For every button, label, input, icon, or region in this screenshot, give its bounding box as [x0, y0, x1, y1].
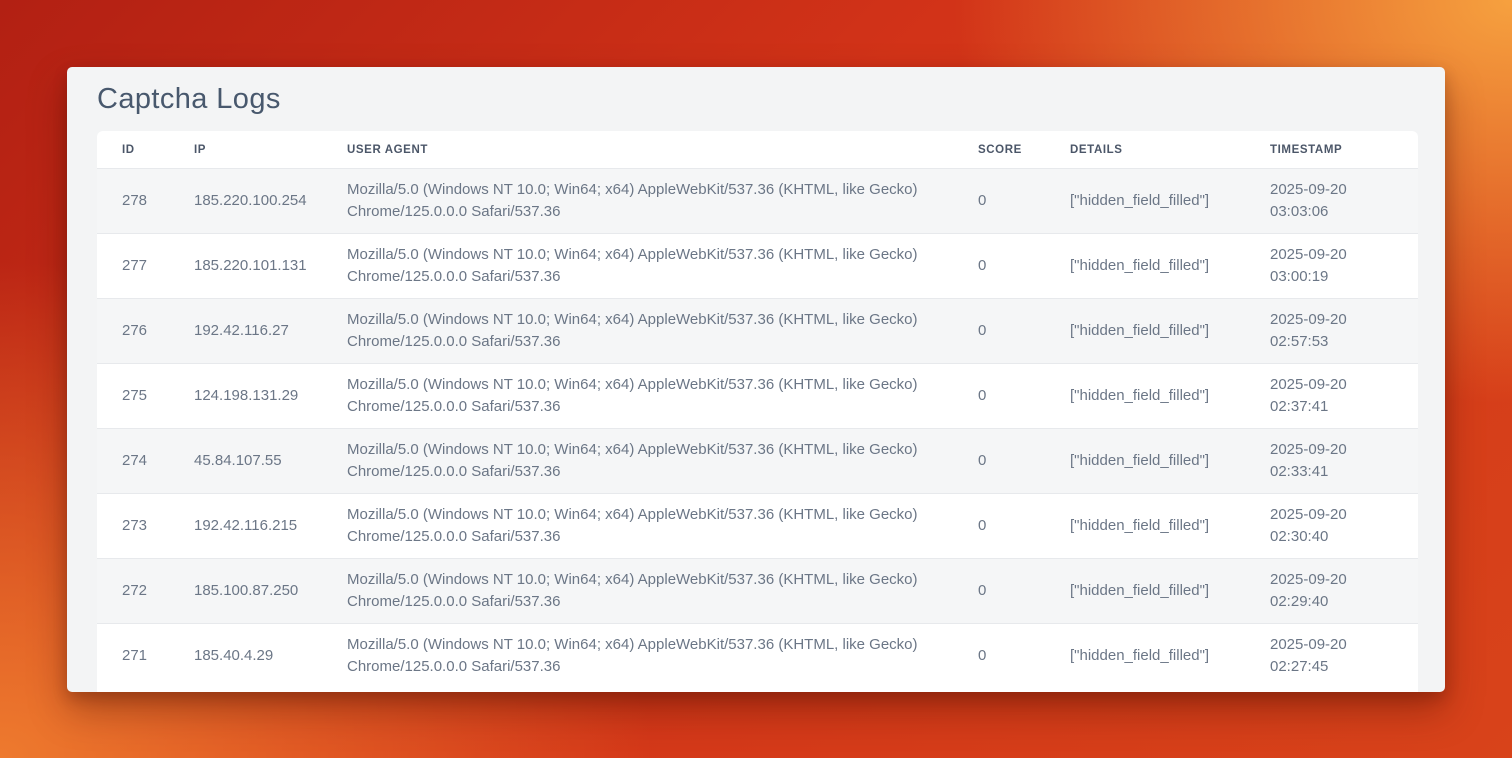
cell-user-agent: Mozilla/5.0 (Windows NT 10.0; Win64; x64… — [322, 559, 953, 623]
cell-user-agent: Mozilla/5.0 (Windows NT 10.0; Win64; x64… — [322, 494, 953, 558]
cell-ip: 124.198.131.29 — [169, 364, 322, 428]
cell-details: ["hidden_field_filled"] — [1045, 559, 1245, 623]
cell-id: 276 — [97, 299, 169, 363]
table-row: 276 192.42.116.27 Mozilla/5.0 (Windows N… — [97, 298, 1418, 363]
cell-details: ["hidden_field_filled"] — [1045, 624, 1245, 688]
cell-id: 277 — [97, 234, 169, 298]
cell-score: 0 — [953, 429, 1045, 493]
column-header-timestamp: TIMESTAMP — [1245, 131, 1418, 168]
cell-timestamp: 2025-09-20 02:30:40 — [1245, 494, 1418, 558]
column-header-score: SCORE — [953, 131, 1045, 168]
cell-details: ["hidden_field_filled"] — [1045, 429, 1245, 493]
table-row: 277 185.220.101.131 Mozilla/5.0 (Windows… — [97, 233, 1418, 298]
cell-score: 0 — [953, 559, 1045, 623]
table-row: 278 185.220.100.254 Mozilla/5.0 (Windows… — [97, 168, 1418, 233]
table-row: 272 185.100.87.250 Mozilla/5.0 (Windows … — [97, 558, 1418, 623]
cell-user-agent: Mozilla/5.0 (Windows NT 10.0; Win64; x64… — [322, 429, 953, 493]
table-row: 271 185.40.4.29 Mozilla/5.0 (Windows NT … — [97, 623, 1418, 688]
cell-timestamp: 2025-09-20 02:57:53 — [1245, 299, 1418, 363]
cell-ip: 185.220.101.131 — [169, 234, 322, 298]
cell-user-agent: Mozilla/5.0 (Windows NT 10.0; Win64; x64… — [322, 299, 953, 363]
cell-id: 272 — [97, 559, 169, 623]
captcha-logs-card: Captcha Logs ID IP USER AGENT SCORE DETA… — [67, 67, 1445, 692]
cell-user-agent: Mozilla/5.0 (Windows NT 10.0; Win64; x64… — [322, 364, 953, 428]
cell-timestamp: 2025-09-20 02:29:40 — [1245, 559, 1418, 623]
cell-ip: 185.100.87.250 — [169, 559, 322, 623]
cell-id: 275 — [97, 364, 169, 428]
page-background: { "page": { "title": "Captcha Logs" }, "… — [0, 0, 1512, 758]
column-header-user-agent: USER AGENT — [322, 131, 953, 168]
cell-details: ["hidden_field_filled"] — [1045, 364, 1245, 428]
cell-score: 0 — [953, 364, 1045, 428]
cell-details: ["hidden_field_filled"] — [1045, 234, 1245, 298]
cell-timestamp: 2025-09-20 02:37:41 — [1245, 364, 1418, 428]
cell-user-agent: Mozilla/5.0 (Windows NT 10.0; Win64; x64… — [322, 169, 953, 233]
cell-details: ["hidden_field_filled"] — [1045, 299, 1245, 363]
column-header-id: ID — [97, 131, 169, 168]
cell-timestamp: 2025-09-20 03:00:19 — [1245, 234, 1418, 298]
cell-timestamp: 2025-09-20 02:27:45 — [1245, 624, 1418, 688]
table-row: 273 192.42.116.215 Mozilla/5.0 (Windows … — [97, 493, 1418, 558]
table-body: 278 185.220.100.254 Mozilla/5.0 (Windows… — [97, 168, 1418, 688]
page-title: Captcha Logs — [97, 83, 281, 116]
captcha-logs-table: ID IP USER AGENT SCORE DETAILS TIMESTAMP… — [97, 131, 1418, 692]
column-header-details: DETAILS — [1045, 131, 1245, 168]
cell-timestamp: 2025-09-20 02:33:41 — [1245, 429, 1418, 493]
cell-score: 0 — [953, 494, 1045, 558]
table-row: 275 124.198.131.29 Mozilla/5.0 (Windows … — [97, 363, 1418, 428]
card-header: Captcha Logs — [67, 67, 1445, 131]
cell-score: 0 — [953, 234, 1045, 298]
table-row: 274 45.84.107.55 Mozilla/5.0 (Windows NT… — [97, 428, 1418, 493]
cell-id: 278 — [97, 169, 169, 233]
cell-ip: 45.84.107.55 — [169, 429, 322, 493]
cell-id: 274 — [97, 429, 169, 493]
cell-details: ["hidden_field_filled"] — [1045, 494, 1245, 558]
cell-ip: 192.42.116.27 — [169, 299, 322, 363]
cell-ip: 185.220.100.254 — [169, 169, 322, 233]
cell-ip: 192.42.116.215 — [169, 494, 322, 558]
cell-id: 273 — [97, 494, 169, 558]
column-header-ip: IP — [169, 131, 322, 168]
cell-score: 0 — [953, 299, 1045, 363]
table-header-row: ID IP USER AGENT SCORE DETAILS TIMESTAMP — [97, 131, 1418, 168]
cell-score: 0 — [953, 169, 1045, 233]
cell-timestamp: 2025-09-20 03:03:06 — [1245, 169, 1418, 233]
cell-id: 271 — [97, 624, 169, 688]
cell-score: 0 — [953, 624, 1045, 688]
cell-ip: 185.40.4.29 — [169, 624, 322, 688]
cell-user-agent: Mozilla/5.0 (Windows NT 10.0; Win64; x64… — [322, 624, 953, 688]
cell-user-agent: Mozilla/5.0 (Windows NT 10.0; Win64; x64… — [322, 234, 953, 298]
cell-details: ["hidden_field_filled"] — [1045, 169, 1245, 233]
